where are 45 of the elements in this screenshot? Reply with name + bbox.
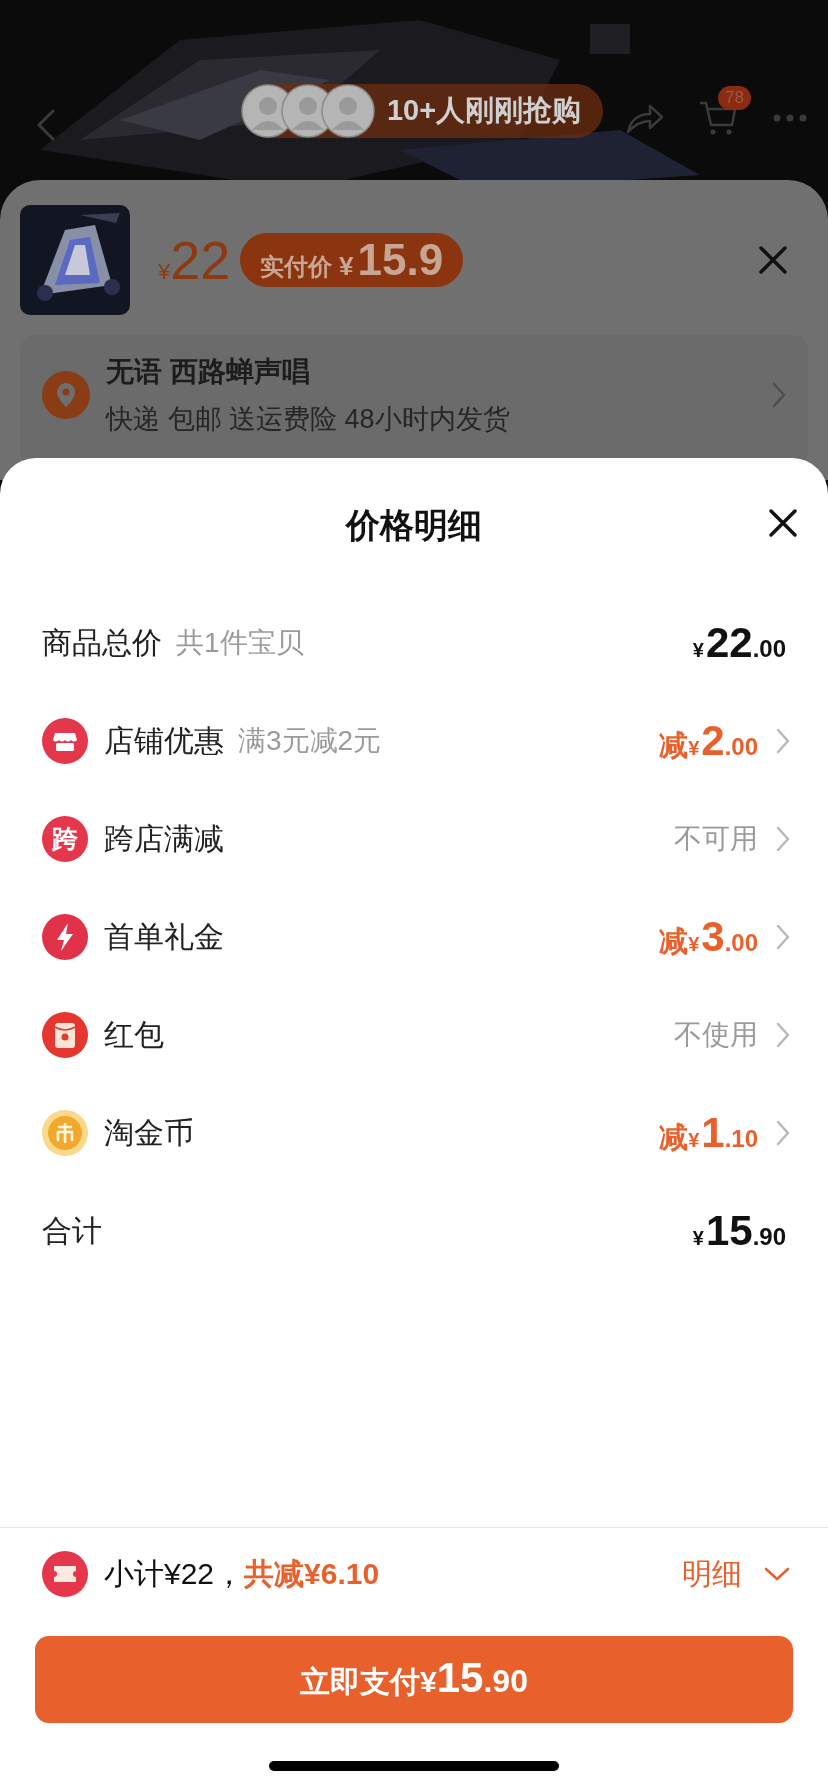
chevron-down-icon (764, 1567, 790, 1581)
chevron-right-icon (776, 924, 790, 950)
close-icon[interactable] (768, 508, 798, 538)
recipient-name: 无语 西路蝉声唱 (106, 355, 311, 389)
row-label: 商品总价 (42, 624, 162, 661)
row-label: 红包 (104, 1016, 164, 1053)
avatar-icon (320, 84, 375, 138)
more-icon[interactable] (772, 113, 808, 123)
price-amount[interactable]: 减¥2.00 (659, 716, 758, 766)
location-pin-icon (42, 371, 90, 419)
coin-icon (42, 1110, 88, 1156)
subtotal-text: 小计¥22， (104, 1555, 245, 1592)
status-text[interactable]: 不使用 (674, 1016, 758, 1054)
pay-price-badge: 实付价 ¥15.9 (240, 233, 464, 287)
row-label: 店铺优惠 (104, 722, 224, 759)
chevron-right-icon (772, 382, 786, 408)
price-amount[interactable]: 减¥3.00 (659, 912, 758, 962)
chevron-right-icon (776, 728, 790, 754)
pay-button[interactable]: 立即支付¥15.90 (35, 1636, 793, 1723)
chevron-right-icon (776, 1022, 790, 1048)
envelope-icon (42, 1012, 88, 1058)
price-amount: ¥15.90 (692, 1207, 786, 1255)
row-note: 满3元减2元 (238, 724, 382, 758)
shipping-info: 快递 包邮 送运费险 48小时内发货 (106, 403, 511, 436)
price-amount[interactable]: 减¥1.10 (659, 1108, 758, 1158)
buyers-text: 10+人刚刚抢购 (386, 93, 582, 128)
row-label: 合计 (42, 1212, 102, 1249)
category-badge: 跨 (42, 816, 88, 862)
row-label: 首单礼金 (104, 918, 224, 955)
share-icon[interactable] (626, 102, 664, 134)
details-toggle[interactable]: 明细 (682, 1553, 790, 1595)
row-label: 淘金币 (104, 1114, 194, 1151)
status-text[interactable]: 不可用 (674, 820, 758, 858)
chevron-right-icon (776, 826, 790, 852)
store-icon (42, 718, 88, 764)
ticket-icon (42, 1551, 88, 1597)
row-note: 共1件宝贝 (176, 626, 304, 660)
discount-total: 共减¥6.10 (244, 1555, 380, 1592)
price-amount: ¥22.00 (692, 619, 786, 667)
chevron-right-icon (776, 1120, 790, 1146)
sheet-title: 价格明细 (346, 505, 482, 546)
product-price: ¥22 (158, 229, 231, 291)
row-label: 跨店满减 (104, 820, 224, 857)
back-icon[interactable] (36, 108, 56, 142)
lightning-icon (42, 914, 88, 960)
